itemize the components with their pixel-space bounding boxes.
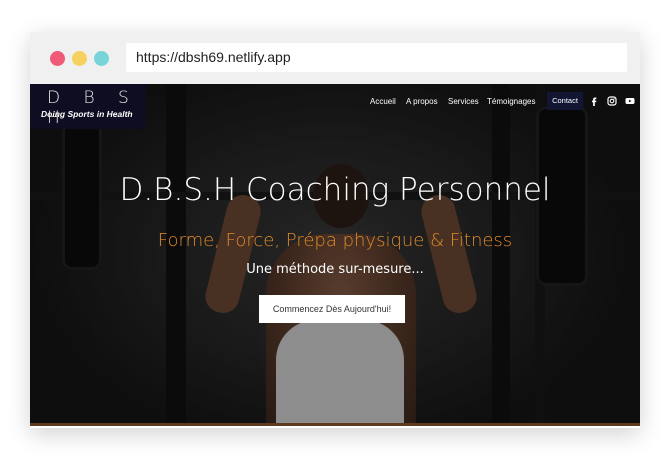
- nav-item-accueil[interactable]: Accueil: [370, 93, 396, 111]
- hero-subtitle: Forme, Force, Prépa physique & Fitness: [157, 230, 513, 251]
- contact-button[interactable]: Contact: [547, 92, 583, 110]
- minimize-window-button[interactable]: [72, 51, 87, 66]
- cta-button[interactable]: Commencez Dès Aujourd'hui!: [259, 295, 405, 323]
- instagram-icon[interactable]: [607, 96, 617, 106]
- facebook-icon[interactable]: [589, 96, 599, 106]
- address-bar[interactable]: https://dbsh69.netlify.app: [126, 43, 627, 72]
- hero-tagline: Une méthode sur-mesure...: [246, 262, 424, 277]
- close-window-button[interactable]: [50, 51, 65, 66]
- section-divider: [30, 423, 640, 426]
- browser-toolbar: https://dbsh69.netlify.app: [30, 32, 640, 84]
- browser-window: https://dbsh69.netlify.app D B S H Doing…: [30, 32, 640, 428]
- nav-item-services[interactable]: Services: [448, 93, 479, 111]
- youtube-icon[interactable]: [625, 96, 635, 106]
- maximize-window-button[interactable]: [94, 51, 109, 66]
- hero-title: D.B.S.H Coaching Personnel: [119, 172, 551, 208]
- page-viewport: D B S H Doing Sports in Health Accueil A…: [30, 84, 640, 426]
- nav-item-a-propos[interactable]: A propos: [406, 93, 438, 111]
- nav-item-temoignages[interactable]: Témoignages: [487, 93, 535, 111]
- hero-overlay: [30, 84, 640, 426]
